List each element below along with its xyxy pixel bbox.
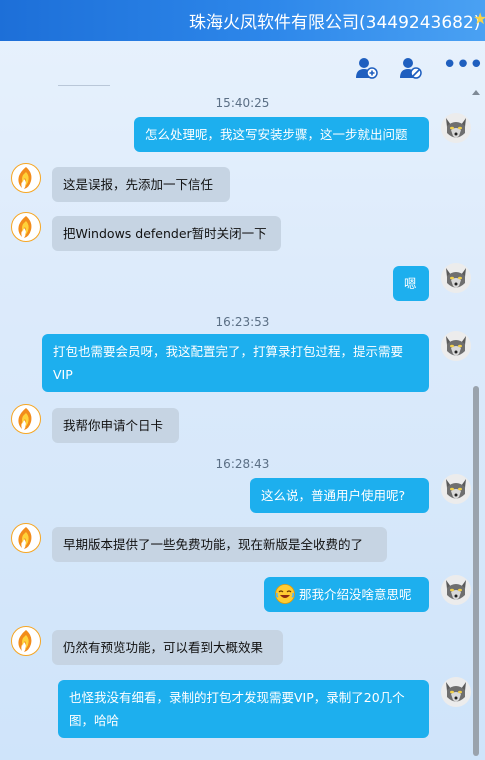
wolf-avatar[interactable]: [441, 331, 471, 361]
title-bar: 珠海火凤软件有限公司(3449243682) ★: [0, 0, 485, 41]
phoenix-avatar[interactable]: [11, 163, 41, 193]
user-block-icon[interactable]: [398, 56, 422, 80]
message-bubble-outgoing: 也怪我没有细看，录制的打包才发现需要VIP，录制了20几个图，哈哈: [58, 680, 429, 738]
message-bubble-incoming: 把Windows defender暂时关闭一下: [52, 216, 281, 251]
wolf-avatar[interactable]: [441, 263, 471, 293]
wolf-avatar[interactable]: [441, 113, 471, 143]
wolf-avatar[interactable]: [441, 575, 471, 605]
message-text: 那我介绍没啥意思呢: [299, 587, 412, 602]
message-bubble-incoming: 仍然有预览功能，可以看到大概效果: [52, 630, 283, 665]
divider: [58, 85, 110, 86]
scrollbar-thumb[interactable]: [473, 386, 479, 756]
message-bubble-outgoing: 怎么处理呢，我这写安装步骤，这一步就出问题: [134, 117, 429, 152]
message-bubble-incoming: 早期版本提供了一些免费功能，现在新版是全收费的了: [52, 527, 387, 562]
message-bubble-incoming: 这是误报，先添加一下信任: [52, 167, 230, 202]
phoenix-avatar[interactable]: [11, 626, 41, 656]
scroll-up-arrow-icon[interactable]: [471, 88, 481, 96]
phoenix-avatar[interactable]: [11, 523, 41, 553]
phoenix-avatar[interactable]: [11, 212, 41, 242]
message-bubble-outgoing: 嗯: [393, 266, 429, 301]
laughing-crying-emoji-icon: [275, 584, 295, 604]
message-bubble-outgoing: 打包也需要会员呀，我这配置完了，打算录打包过程，提示需要VIP: [42, 334, 429, 392]
timestamp: 16:28:43: [215, 457, 270, 471]
phoenix-avatar[interactable]: [11, 404, 41, 434]
wolf-avatar[interactable]: [441, 474, 471, 504]
timestamp: 15:40:25: [215, 96, 270, 110]
timestamp: 16:23:53: [215, 315, 270, 329]
message-bubble-outgoing: 这么说，普通用户使用呢?: [250, 478, 429, 513]
window-title: 珠海火凤软件有限公司(3449243682): [189, 13, 481, 33]
star-icon[interactable]: ★: [473, 9, 485, 28]
more-icon[interactable]: •••: [442, 52, 484, 78]
message-bubble-incoming: 我帮你申请个日卡: [52, 408, 179, 443]
user-plus-icon[interactable]: [354, 56, 378, 80]
wolf-avatar[interactable]: [441, 677, 471, 707]
message-bubble-outgoing: 那我介绍没啥意思呢: [264, 577, 429, 612]
